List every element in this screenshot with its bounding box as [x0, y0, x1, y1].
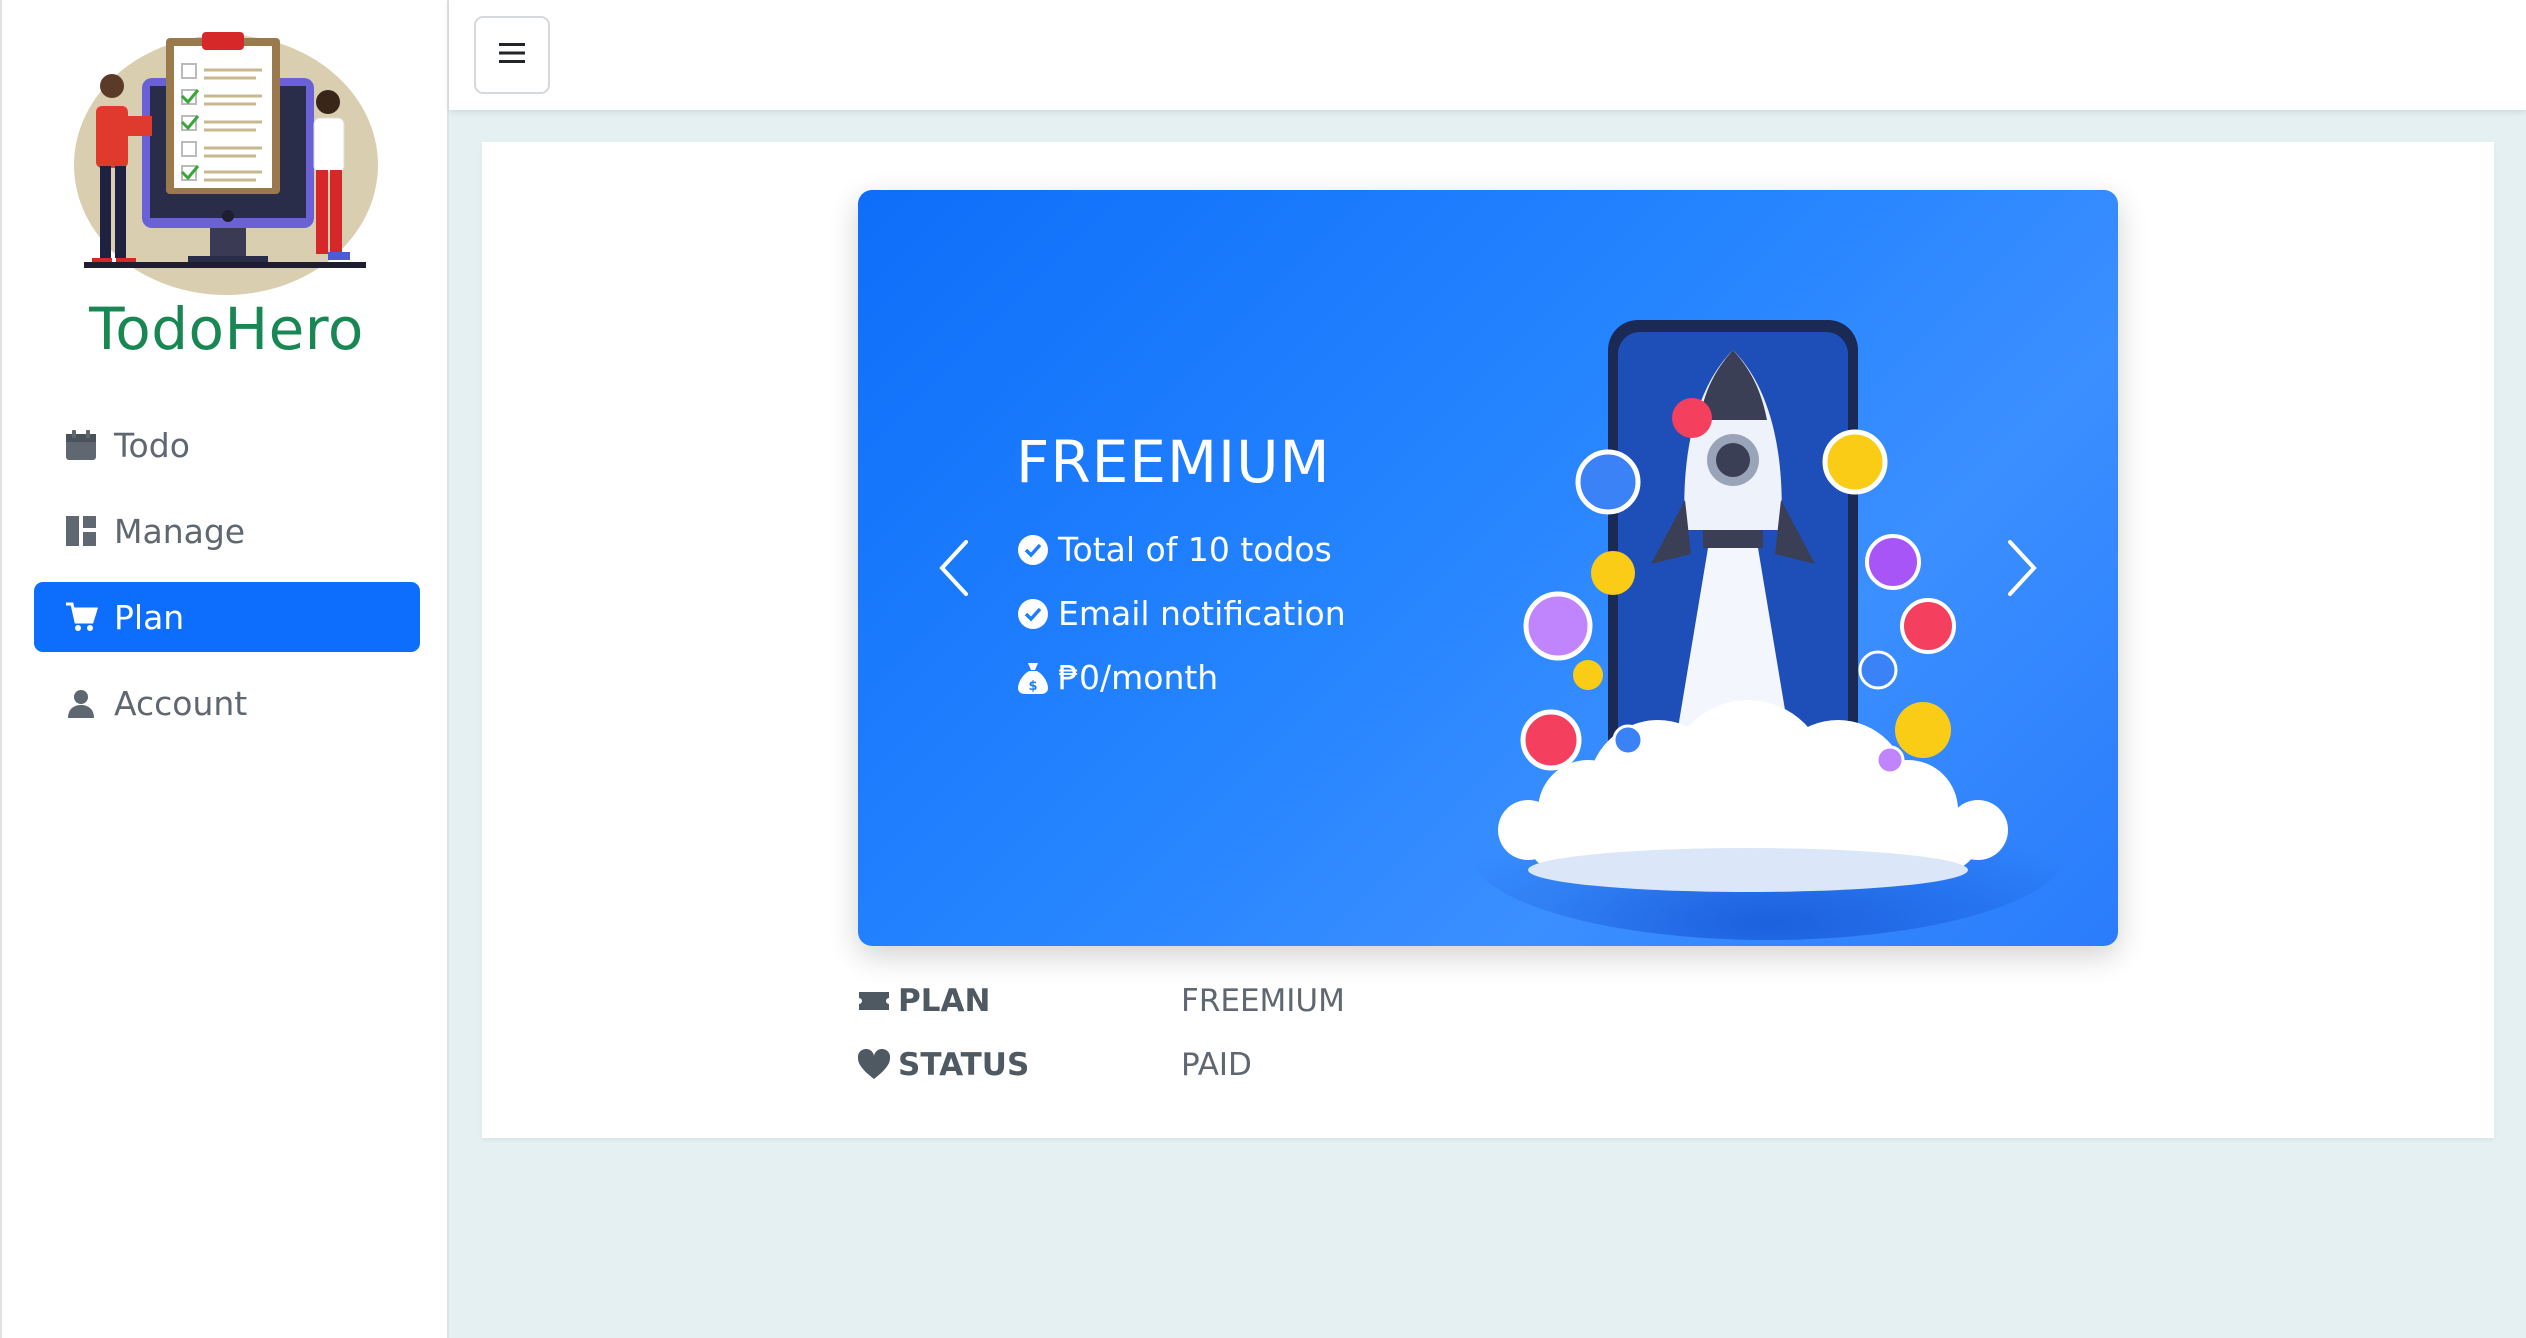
todohero-logo-illustration: [70, 30, 382, 300]
check-circle-icon: [1016, 533, 1050, 567]
plan-label: PLAN: [856, 983, 1181, 1019]
plan-feature: Total of 10 todos: [1016, 530, 1332, 569]
plan-title: FREEMIUM: [1016, 428, 1331, 496]
sidebar-item-label: Manage: [114, 511, 246, 551]
money-bag-icon: $: [1016, 661, 1050, 695]
svg-text:$: $: [1028, 679, 1037, 694]
plan-feature: Email notification: [1016, 594, 1346, 633]
sidebar-item-account[interactable]: Account: [34, 668, 420, 738]
ticket-icon: [856, 983, 892, 1019]
plan-carousel: FREEMIUM Total of 10 todos Email notific…: [858, 190, 2118, 946]
plan-feature-text: ₱0/month: [1058, 658, 1219, 697]
sidebar-toggle-button[interactable]: [474, 16, 550, 94]
chevron-right-icon: [2006, 538, 2040, 602]
calendar-icon: [64, 428, 98, 462]
chevron-left-icon: [936, 538, 970, 602]
plan-feature-text: Email notification: [1058, 594, 1346, 633]
status-detail-row: STATUS PAID: [856, 1047, 1252, 1083]
sidebar-item-label: Todo: [114, 425, 190, 465]
sidebar-item-plan[interactable]: Plan: [34, 582, 420, 652]
check-circle-icon: [1016, 597, 1050, 631]
sidebar-item-label: Plan: [114, 597, 185, 637]
cart-icon: [64, 600, 98, 634]
heart-icon: [856, 1047, 892, 1083]
carousel-next-button[interactable]: [1998, 530, 2048, 610]
hamburger-icon: [497, 40, 527, 70]
status-value: PAID: [1181, 1047, 1252, 1083]
carousel-prev-button[interactable]: [928, 530, 978, 610]
brand-name: TodoHero: [89, 295, 364, 363]
plan-detail-row: PLAN FREEMIUM: [856, 983, 1345, 1019]
sidebar: TodoHero Todo Manage Plan Account: [0, 0, 449, 1338]
sidebar-item-todo[interactable]: Todo: [34, 410, 420, 480]
plan-feature: $ ₱0/month: [1016, 658, 1218, 697]
status-label: STATUS: [856, 1047, 1181, 1083]
sidebar-item-label: Account: [114, 683, 248, 723]
sidebar-item-manage[interactable]: Manage: [34, 496, 420, 566]
dashboard-icon: [64, 514, 98, 548]
rocket-illustration: [1458, 290, 2078, 946]
user-icon: [64, 686, 98, 720]
plan-value: FREEMIUM: [1181, 983, 1345, 1019]
plan-feature-text: Total of 10 todos: [1058, 530, 1332, 569]
top-navbar: [449, 0, 2526, 110]
